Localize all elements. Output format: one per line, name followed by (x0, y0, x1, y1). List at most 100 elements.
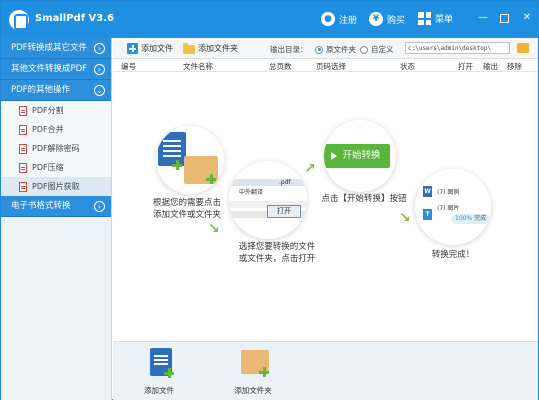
step1-illustration (156, 126, 224, 194)
add-folder-icon (183, 43, 195, 54)
arrow-icon: ↗ (304, 161, 316, 177)
result-row-1: (7) 图例 (437, 189, 460, 196)
restore-button[interactable] (500, 14, 509, 23)
sidebar-group-pdf-to-other[interactable]: PDF转换成其它文件 › (1, 38, 111, 59)
progress-done-label: 完成 (474, 215, 487, 222)
col-open: 打开 (458, 62, 473, 71)
pdf-file-icon (19, 124, 27, 135)
add-file-icon (127, 43, 138, 54)
chevron-down-icon: ⌄ (94, 85, 105, 96)
col-remove: 移除 (507, 62, 522, 71)
step2-illustration: 中外翻译 .pdf 打开 (229, 161, 307, 239)
sidebar-item-label: PDF压缩 (32, 163, 64, 172)
sidebar-group-pdf-other-ops[interactable]: PDF的其他操作 ⌄ (1, 80, 111, 101)
sidebar-item-label: PDF分割 (32, 106, 64, 115)
bottom-add-folder-label: 添加文件夹 (234, 386, 272, 395)
plus-icon (164, 368, 174, 378)
chevron-right-icon: › (94, 64, 105, 75)
chevron-right-icon: › (94, 43, 105, 54)
play-icon (331, 152, 338, 160)
dialog-title: 中外翻译 (239, 189, 264, 196)
register-label: 注册 (339, 15, 358, 26)
step1-text: 根据您的需要点击 添加文件或文件夹 (152, 198, 221, 220)
usage-guide: 根据您的需要点击 添加文件或文件夹 ↘ 中外翻译 .pdf 打开 选择您要转换的… (113, 73, 538, 341)
output-dir-label: 输出目录： (270, 45, 308, 54)
sidebar-item-pdf-image-extract[interactable]: PDF图片获取 (1, 177, 111, 196)
minimize-button[interactable]: — (477, 12, 489, 24)
sidebar: PDF转换成其它文件 › 其他文件转换成PDF › PDF的其他操作 ⌄ PDF… (1, 38, 112, 400)
sidebar-item-label: PDF解除密码 (32, 144, 80, 153)
sidebar-item-pdf-split[interactable]: PDF分割 (1, 101, 111, 120)
sidebar-group-label: PDF转换成其它文件 (11, 43, 88, 53)
sidebar-group-ebook-convert[interactable]: 电子书格式转换 › (1, 196, 111, 217)
arrow-icon: ↘ (208, 221, 220, 237)
sidebar-item-pdf-merge[interactable]: PDF合并 (1, 120, 111, 139)
sidebar-group-label: PDF的其他操作 (11, 85, 71, 95)
app-window: SmallPdf V3.6 ● 注册 ¥ 购买 菜单 — ✕ PDF转换成其它文… (0, 0, 539, 400)
col-filename: 文件名称 (183, 62, 213, 71)
start-convert-label: 开始转换 (342, 150, 381, 161)
pdf-file-icon (19, 143, 27, 154)
radio-custom-folder[interactable]: 自定义 (360, 44, 394, 55)
buy-button[interactable]: ¥ 购买 (369, 12, 405, 26)
plus-icon (172, 160, 182, 170)
browse-folder-icon[interactable] (517, 43, 529, 53)
col-output: 输出 (483, 62, 498, 71)
app-logo-icon (9, 10, 29, 30)
col-page-select: 页码选择 (316, 62, 346, 71)
step2-text: 选择您要转换的文件 或文件夹，点击打开 (238, 242, 316, 264)
col-status: 状态 (400, 62, 415, 71)
step3-text: 点击【开始转换】按钮 (321, 194, 407, 204)
menu-label: 菜单 (435, 15, 454, 25)
result-row-2: (7) 图片 (437, 205, 460, 212)
sidebar-item-pdf-compress[interactable]: PDF压缩 (1, 158, 111, 177)
step4-text: 转换完成！ (431, 250, 475, 260)
start-convert-mock: 开始转换 (324, 144, 390, 168)
user-icon: ● (321, 12, 335, 26)
sidebar-group-other-to-pdf[interactable]: 其他文件转换成PDF › (1, 59, 111, 80)
radio-source-label: 原文件夹 (326, 45, 356, 54)
add-folder-button[interactable]: 添加文件夹 (183, 43, 238, 54)
plus-icon (206, 174, 216, 184)
add-file-button[interactable]: 添加文件 (127, 43, 173, 54)
sidebar-group-label: 电子书格式转换 (11, 201, 71, 211)
sidebar-item-label: PDF图片获取 (32, 182, 80, 191)
arrow-icon: ↘ (399, 210, 411, 226)
progress-complete: 100% 完成 (451, 214, 491, 224)
radio-custom-label: 自定义 (371, 45, 394, 54)
sidebar-group-label: 其他文件转换成PDF (11, 64, 88, 74)
radio-selected-icon (315, 45, 323, 54)
step3-illustration: 开始转换 (324, 120, 396, 192)
pdf-file-icon (19, 105, 27, 116)
app-title: SmallPdf V3.6 (35, 13, 114, 24)
open-button-mock: 打开 (267, 205, 301, 218)
pdf-file-icon (19, 181, 27, 192)
add-folder-label: 添加文件夹 (198, 44, 238, 53)
toolbar: 添加文件 添加文件夹 输出目录： 原文件夹 自定义 c:\users\admin… (113, 38, 538, 59)
col-total-pages: 总页数 (269, 62, 292, 71)
step4-illustration: W (7) 图例 T (7) 图片 100% 完成 (415, 169, 491, 245)
title-bar: SmallPdf V3.6 ● 注册 ¥ 购买 菜单 — ✕ (1, 1, 538, 38)
menu-button[interactable]: 菜单 (418, 12, 453, 25)
buy-label: 购买 (387, 15, 406, 26)
col-number: 编号 (121, 62, 136, 71)
radio-source-folder[interactable]: 原文件夹 (315, 44, 356, 55)
output-path-field[interactable]: c:\users\admin\desktop\ (405, 42, 510, 54)
bottom-bar: 添加文件 添加文件夹 (113, 341, 538, 400)
radio-unselected-icon (360, 45, 368, 54)
progress-percent: 100% (455, 215, 473, 222)
chevron-right-icon: › (94, 201, 105, 212)
grid-menu-icon (418, 12, 431, 25)
plus-icon (259, 367, 269, 377)
dialog-extension: .pdf (279, 179, 291, 186)
add-file-label: 添加文件 (141, 44, 173, 53)
bottom-add-file-label: 添加文件 (144, 386, 174, 395)
close-button[interactable]: ✕ (521, 12, 533, 24)
pdf-file-icon (19, 162, 27, 173)
file-table-header: 编号 文件名称 总页数 页码选择 状态 打开 输出 移除 (113, 59, 538, 72)
register-button[interactable]: ● 注册 (321, 12, 357, 26)
sidebar-item-pdf-unlock[interactable]: PDF解除密码 (1, 139, 111, 158)
word-icon: T (423, 209, 432, 220)
yen-icon: ¥ (369, 12, 383, 26)
sidebar-item-label: PDF合并 (32, 125, 64, 134)
